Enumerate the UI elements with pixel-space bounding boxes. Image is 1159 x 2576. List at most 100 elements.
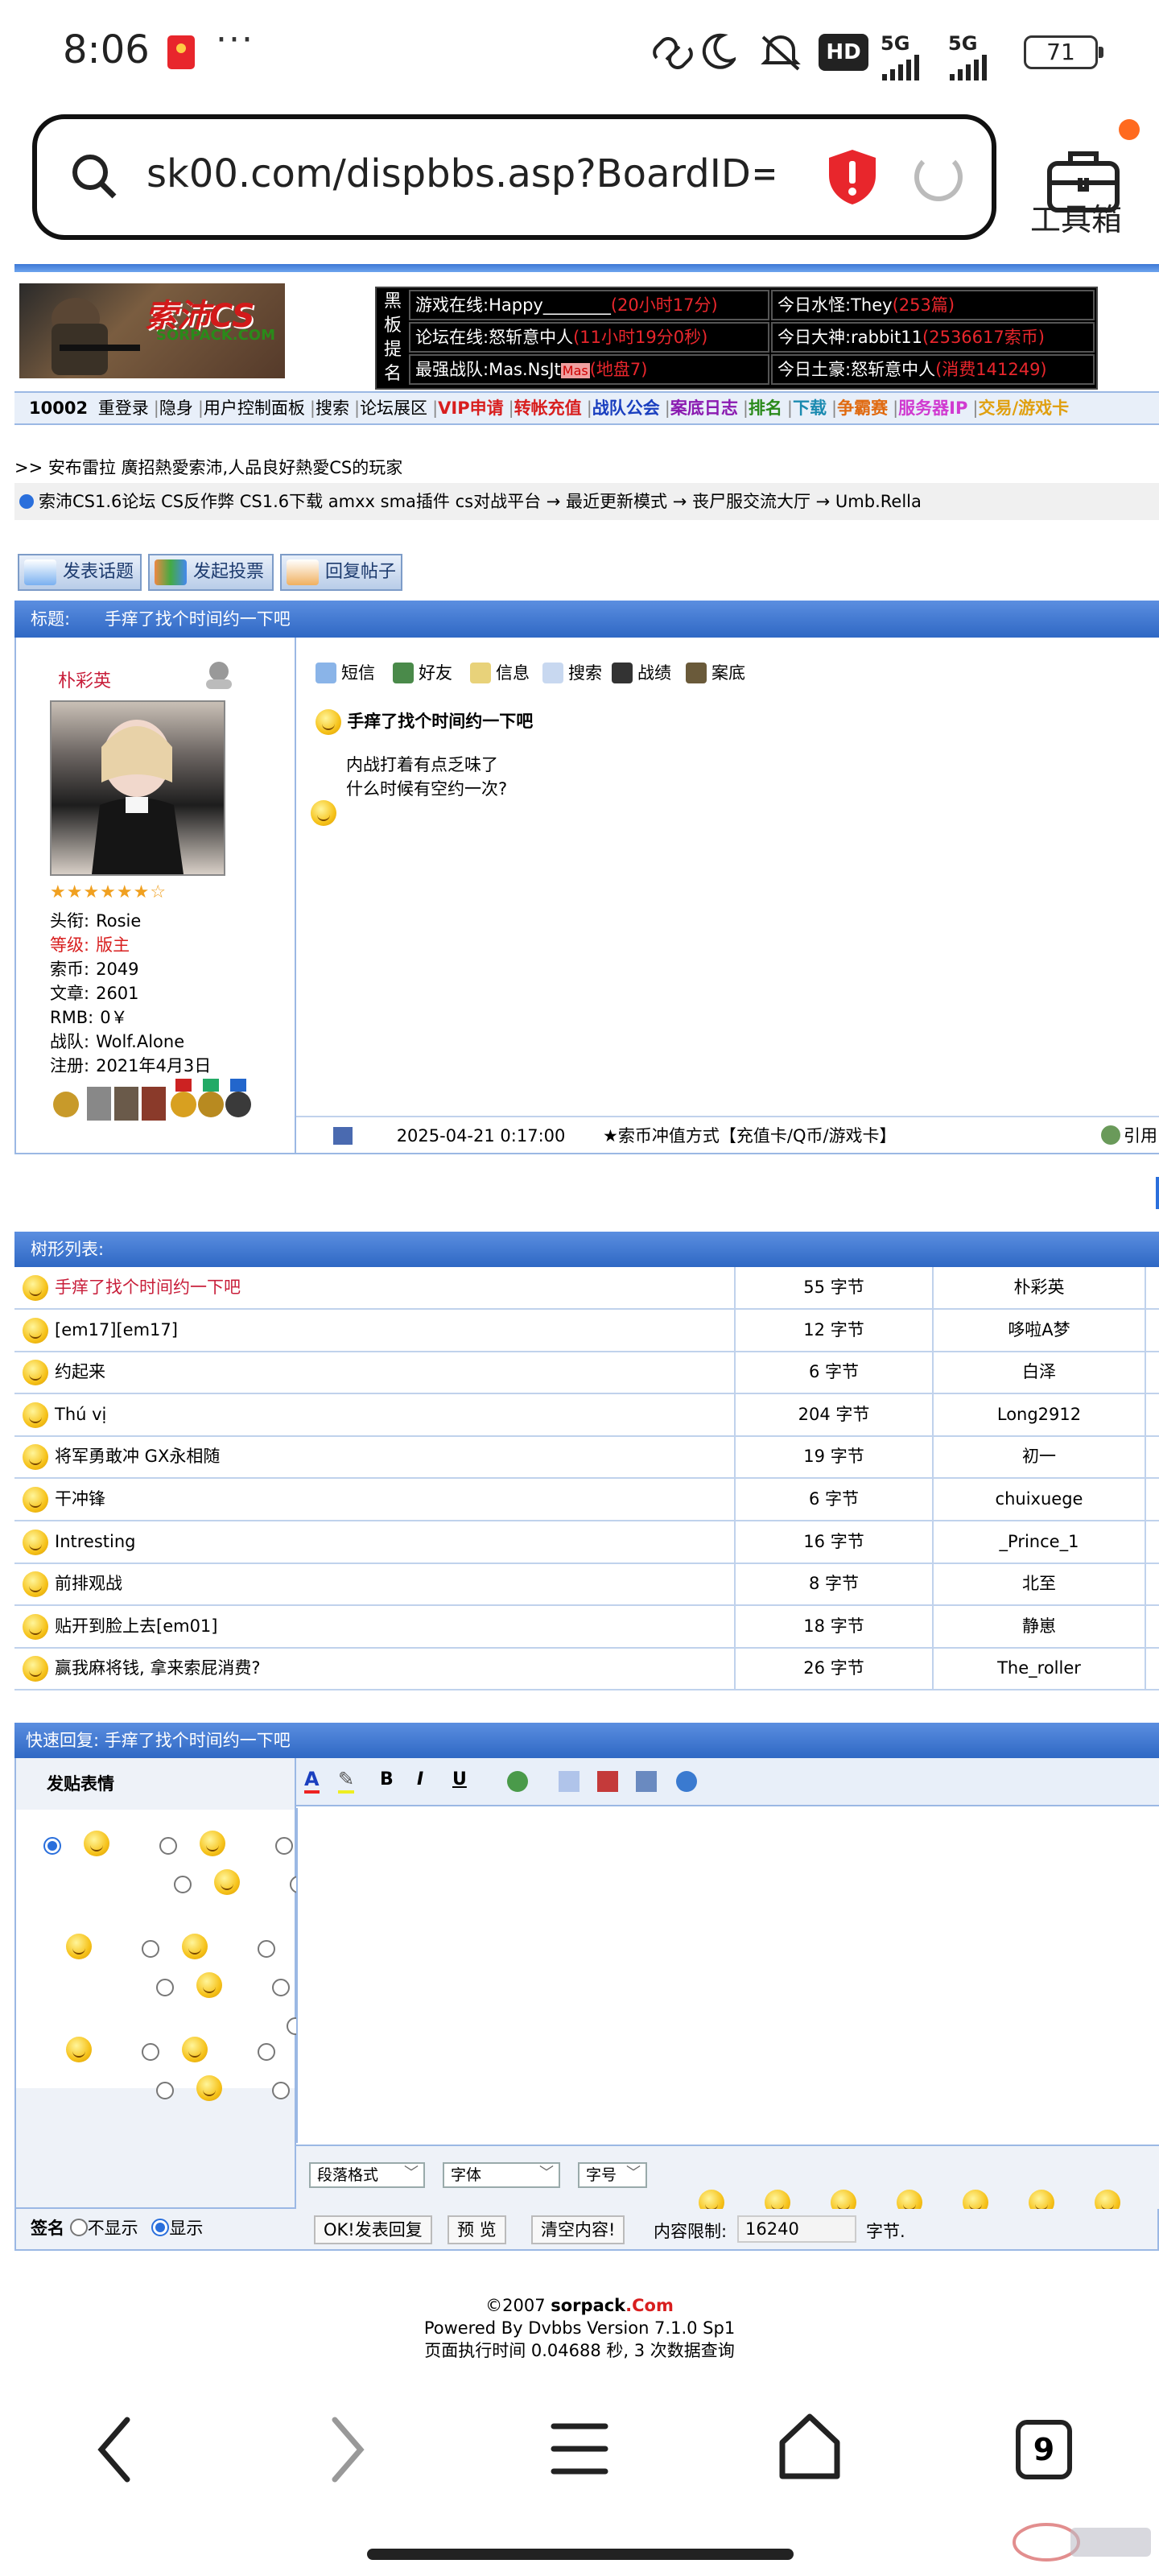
tree-author-cell[interactable]: chuixuege — [934, 1479, 1146, 1521]
tree-title-cell[interactable]: Thú vị — [14, 1393, 736, 1436]
signature-show-radio[interactable] — [151, 2219, 170, 2236]
emoticon-radio[interactable] — [142, 1939, 159, 1958]
italic-button[interactable]: I — [417, 1769, 423, 1790]
emoticon-radio[interactable] — [272, 1978, 290, 1996]
security-warning-icon[interactable] — [826, 148, 879, 206]
tree-title-cell[interactable]: 将军勇敢冲 GX永相随 — [14, 1436, 736, 1479]
tree-row[interactable]: 干冲锋 6 字节 chuixuege — [14, 1479, 1159, 1521]
board-game-online[interactable]: 游戏在线:Happy________(20小时17分) — [409, 290, 769, 320]
reply-post-button[interactable]: 回复帖子 — [280, 554, 402, 591]
new-topic-button[interactable]: 发表话题 — [18, 554, 142, 591]
tree-title[interactable]: 手痒了找个时间约一下吧 — [55, 1278, 241, 1297]
insert-media-icon[interactable] — [676, 1771, 697, 1792]
back-icon[interactable] — [90, 2413, 138, 2486]
tree-row[interactable]: 约起来 6 字节 白泽 — [14, 1352, 1159, 1395]
tree-title-cell[interactable]: 干冲锋 — [14, 1479, 736, 1521]
tree-title[interactable]: 前排观战 — [55, 1574, 122, 1593]
tree-title-cell[interactable]: Intresting — [14, 1521, 736, 1563]
home-icon[interactable] — [776, 2410, 843, 2483]
friend-button[interactable]: 好友 — [393, 660, 452, 684]
nav-link[interactable]: 用户控制面板 — [204, 398, 305, 418]
board-forum-online[interactable]: 论坛在线:怒斩意中人(11小时19分0秒) — [409, 322, 769, 353]
nav-link[interactable]: 下载 — [793, 398, 827, 418]
board-daily-poster[interactable]: 今日水怪:They(253篇) — [771, 290, 1095, 320]
tree-title-cell[interactable]: 赢我麻将钱, 拿来索屁消费? — [14, 1648, 736, 1690]
tree-row[interactable]: 赢我麻将钱, 拿来索屁消费? 26 字节 The_roller — [14, 1648, 1159, 1691]
emoticon-radio[interactable] — [142, 2042, 159, 2061]
insert-flag-icon[interactable] — [597, 1771, 618, 1792]
new-poll-button[interactable]: 发起投票 — [148, 554, 274, 591]
board-daily-top[interactable]: 今日大神:rabbit11(2536617索币) — [771, 322, 1095, 353]
board-daily-rich[interactable]: 今日土豪:怒斩意中人(消费141249) — [771, 354, 1095, 385]
tree-title-cell[interactable]: 手痒了找个时间约一下吧 — [14, 1267, 736, 1309]
tree-title[interactable]: 赢我麻将钱, 拿来索屁消费? — [55, 1658, 261, 1678]
emoticon-icon[interactable] — [66, 2037, 92, 2062]
home-indicator[interactable] — [367, 2549, 794, 2560]
quote-button[interactable]: 引用 — [1101, 1117, 1157, 1154]
font-family-select[interactable]: 字体 — [443, 2162, 560, 2188]
user-avatar[interactable] — [50, 700, 225, 876]
tree-title[interactable]: 约起来 — [55, 1362, 105, 1381]
emoticon-radio[interactable] — [258, 2042, 275, 2061]
reload-icon[interactable] — [914, 153, 963, 201]
insert-image-icon[interactable] — [636, 1771, 657, 1792]
nav-link[interactable]: 争霸赛 — [837, 398, 888, 418]
submit-reply-button[interactable]: OK!发表回复 — [314, 2215, 432, 2244]
emoticon-radio[interactable] — [159, 1836, 177, 1855]
tree-author-cell[interactable]: 静崽 — [934, 1605, 1146, 1648]
tree-row[interactable]: [em17][em17] 12 字节 哆啦A梦 — [14, 1309, 1159, 1352]
nav-link[interactable]: 服务器IP — [898, 398, 967, 418]
nav-link[interactable]: 论坛展区 — [360, 398, 427, 418]
emoticon-radio[interactable] — [275, 1836, 293, 1855]
nav-link[interactable]: 交易/游戏卡 — [978, 398, 1069, 418]
nav-link[interactable]: 隐身 — [159, 398, 193, 418]
user-id[interactable]: 10002 — [29, 398, 88, 418]
underline-button[interactable]: U — [452, 1769, 467, 1790]
tree-row[interactable]: 手痒了找个时间约一下吧 55 字节 朴彩英 — [14, 1267, 1159, 1310]
emoticon-icon[interactable] — [196, 2075, 222, 2101]
tree-title[interactable]: Thú vị — [55, 1405, 106, 1424]
tree-row[interactable]: 贴开到脸上去[em01] 18 字节 静崽 — [14, 1605, 1159, 1649]
emoticon-radio[interactable] — [258, 1939, 275, 1958]
powered-by[interactable]: Powered By Dvbbs Version 7.1.0 Sp1 — [0, 2317, 1159, 2339]
emoticon-icon[interactable] — [214, 1869, 240, 1895]
reply-textarea[interactable] — [296, 1808, 1159, 2143]
bold-button[interactable]: B — [380, 1769, 394, 1790]
tree-title-cell[interactable]: 约起来 — [14, 1352, 736, 1394]
emoticon-icon[interactable] — [182, 2037, 208, 2062]
toolbox-label[interactable]: 工具箱 — [1030, 195, 1122, 239]
signature-hide-radio[interactable] — [69, 2219, 88, 2236]
tabs-count-button[interactable]: 9 — [1016, 2420, 1072, 2479]
message-button[interactable]: 短信 — [316, 660, 375, 684]
tree-title-cell[interactable]: [em17][em17] — [14, 1309, 736, 1352]
emoticon-icon[interactable] — [66, 1934, 92, 1959]
tree-title[interactable]: Intresting — [55, 1532, 135, 1551]
nav-link[interactable]: 转帐充值 — [514, 398, 582, 418]
announcement[interactable]: >> 安布雷拉 廣招熱愛索沛,人品良好熱愛CS的玩家 — [14, 455, 402, 479]
record-button[interactable]: 战绩 — [612, 660, 671, 684]
address-bar[interactable]: sk00.com/dispbbs.asp?BoardID=... — [32, 114, 996, 240]
info-button[interactable]: 信息 — [470, 660, 530, 684]
highlight-button[interactable]: ✎ — [338, 1768, 355, 1794]
preview-button[interactable]: 预 览 — [448, 2215, 506, 2244]
font-color-button[interactable]: A — [304, 1768, 320, 1794]
ip-icon[interactable] — [333, 1127, 353, 1145]
forward-icon[interactable] — [324, 2413, 372, 2486]
tree-author-cell[interactable]: 朴彩英 — [934, 1267, 1146, 1309]
author-name[interactable]: 朴彩英 — [58, 667, 111, 692]
breadcrumb[interactable]: 索沛CS1.6论坛 CS反作弊 CS1.6下载 amxx sma插件 cs对战平… — [14, 483, 1159, 520]
case-record-button[interactable]: 案底 — [686, 660, 745, 684]
tree-row[interactable]: Intresting 16 字节 _Prince_1 — [14, 1521, 1159, 1564]
tree-author-cell[interactable]: Long2912 — [934, 1393, 1146, 1436]
tree-title-cell[interactable]: 前排观战 — [14, 1563, 736, 1606]
tree-row[interactable]: 将军勇敢冲 GX永相随 19 字节 初一 — [14, 1436, 1159, 1480]
emoticon-icon[interactable] — [196, 1972, 222, 1998]
emoticon-icon[interactable] — [200, 1831, 225, 1856]
emoticon-radio[interactable] — [156, 1978, 174, 1996]
tree-author-cell[interactable]: 哆啦A梦 — [934, 1309, 1146, 1352]
search-user-button[interactable]: 搜索 — [542, 660, 602, 684]
recharge-link[interactable]: ★索币冲值方式【充值卡/Q币/游戏卡】 — [603, 1126, 897, 1146]
emoticon-radio[interactable] — [156, 2081, 174, 2099]
clear-button[interactable]: 清空内容! — [531, 2215, 625, 2244]
link-insert-icon[interactable] — [507, 1771, 528, 1792]
